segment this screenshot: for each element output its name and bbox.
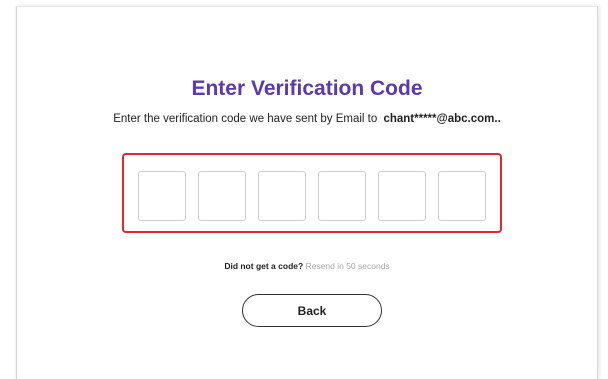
code-digit-3[interactable]	[258, 171, 306, 221]
code-digit-5[interactable]	[378, 171, 426, 221]
code-digit-2[interactable]	[198, 171, 246, 221]
verification-card: Enter Verification Code Enter the verifi…	[16, 6, 598, 379]
code-digit-6[interactable]	[438, 171, 486, 221]
instruction-text: Enter the verification code we have sent…	[17, 113, 597, 125]
resend-countdown: Resend in 50 seconds	[305, 261, 390, 271]
code-digit-1[interactable]	[138, 171, 186, 221]
code-input-group	[122, 153, 502, 233]
page-title: Enter Verification Code	[191, 77, 423, 100]
back-button[interactable]: Back	[242, 294, 382, 327]
masked-email: chant*****@abc.com..	[383, 113, 501, 125]
resend-question: Did not get a code?	[224, 261, 304, 271]
code-digit-4[interactable]	[318, 171, 366, 221]
resend-line: Did not get a code? Resend in 50 seconds	[17, 261, 597, 271]
instruction-label: Enter the verification code we have sent…	[113, 113, 378, 125]
